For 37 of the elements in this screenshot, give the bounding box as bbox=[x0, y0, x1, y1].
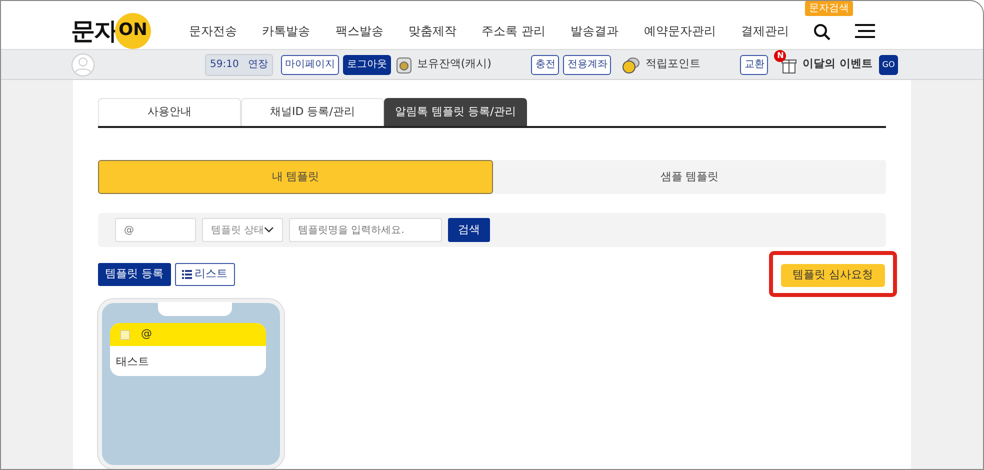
nav-link[interactable]: 문자전송 bbox=[189, 22, 237, 40]
register-button[interactable]: 템플릿 등록 bbox=[98, 262, 170, 286]
search-button[interactable]: 검색 bbox=[448, 218, 490, 242]
nav-link[interactable]: 맞춤제작 bbox=[408, 22, 456, 40]
review-request-button[interactable]: 템플릿 심사요청 bbox=[780, 264, 885, 287]
new-badge: N bbox=[774, 50, 786, 62]
message-text: 태스트 bbox=[115, 354, 150, 370]
nav-link[interactable]: 팩스발송 bbox=[335, 22, 384, 40]
nav-link[interactable]: 카톡발송 bbox=[262, 22, 310, 40]
sender-label: @ bbox=[141, 326, 152, 342]
tab[interactable]: 알림톡 템플릿 등록/관리 bbox=[384, 98, 527, 126]
balance-label: 보유잔액(캐시) bbox=[416, 56, 492, 72]
mypage-button[interactable]: 마이페이지 bbox=[280, 54, 339, 74]
points-label: 적립포인트 bbox=[645, 56, 700, 72]
segment-tab[interactable]: 샘플 템플릿 bbox=[493, 160, 886, 194]
search-tag: 문자검색 bbox=[805, 1, 853, 16]
nav-link[interactable]: 주소록 관리 bbox=[482, 22, 546, 40]
logo-badge[interactable]: ON bbox=[115, 13, 151, 49]
sender-field[interactable]: @ bbox=[115, 218, 196, 242]
extend-button[interactable]: 연장 bbox=[242, 54, 272, 74]
charge-button[interactable]: 충전 bbox=[531, 54, 560, 74]
go-button[interactable]: GO bbox=[879, 54, 898, 74]
nav-link[interactable]: 결제관리 bbox=[740, 22, 789, 40]
list-button[interactable]: 리스트 bbox=[174, 262, 234, 286]
exchange-button[interactable]: 교환 bbox=[740, 54, 768, 74]
tab[interactable]: 사용안내 bbox=[98, 98, 241, 126]
status-select[interactable]: 템플릿 상태 bbox=[202, 218, 283, 242]
nav-link[interactable]: 발송결과 bbox=[570, 22, 619, 40]
nav-link[interactable]: 예약문자관리 bbox=[644, 22, 716, 40]
account-button[interactable]: 전용계좌 bbox=[563, 54, 612, 74]
logout-button[interactable]: 로그아웃 bbox=[342, 54, 391, 74]
logo-text[interactable]: 문자 bbox=[71, 13, 117, 49]
tab[interactable]: 채널ID 등록/관리 bbox=[241, 98, 384, 126]
session-timer: 59:10 bbox=[209, 58, 240, 72]
segment-tab[interactable]: 내 템플릿 bbox=[98, 160, 493, 194]
template-name-field[interactable]: 템플릿명을 입력하세요. bbox=[289, 218, 442, 242]
event-label[interactable]: 이달의 이벤트 bbox=[802, 56, 872, 73]
